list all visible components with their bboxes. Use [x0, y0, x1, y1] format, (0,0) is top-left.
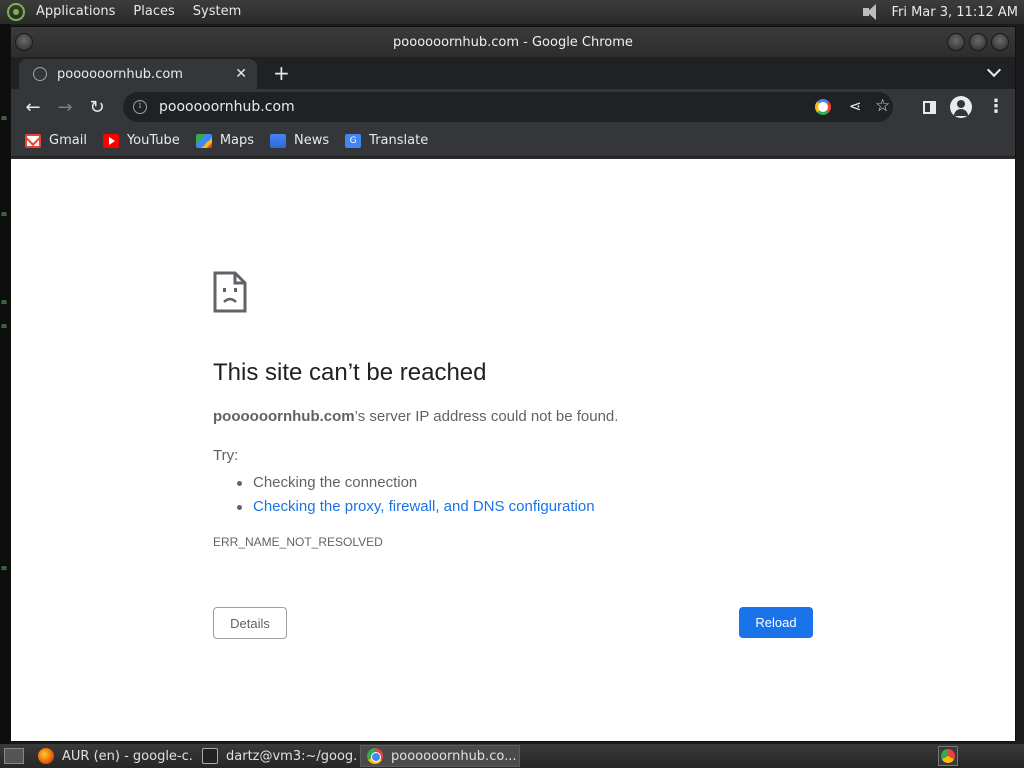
background-terminal-strip: = = = = = — [0, 24, 10, 744]
error-title: This site can’t be reached — [213, 359, 487, 386]
bookmark-maps[interactable]: Maps — [195, 133, 255, 148]
task-label: poooooornhub.co... — [391, 748, 517, 764]
system-menu[interactable]: System — [184, 0, 250, 24]
terminal-fragment: = — [1, 321, 8, 332]
clock[interactable]: Fri Mar 3, 11:12 AM — [891, 5, 1018, 20]
terminal-icon — [202, 748, 218, 764]
gmail-icon — [25, 133, 41, 148]
bookmark-label: Translate — [369, 133, 429, 148]
places-menu[interactable]: Places — [124, 0, 183, 24]
terminal-fragment: = — [1, 209, 8, 220]
forward-button[interactable]: → — [49, 91, 81, 123]
terminal-fragment: = — [1, 113, 8, 124]
chrome-tray-icon — [941, 749, 955, 763]
maximize-icon[interactable] — [969, 33, 987, 51]
terminal-fragment: = — [1, 563, 8, 574]
address-bar[interactable]: i poooooornhub.com ⋖ ☆ — [123, 92, 893, 122]
workspace-switcher[interactable] — [938, 746, 958, 766]
task-label: AUR (en) - google-c... — [62, 748, 192, 764]
tab-active[interactable]: poooooornhub.com ✕ — [19, 59, 257, 89]
background-window-edge — [1016, 158, 1024, 744]
side-panel-button[interactable] — [923, 89, 936, 125]
globe-icon — [33, 67, 47, 81]
tab-strip: poooooornhub.com ✕ + — [11, 57, 1015, 89]
taskbar: AUR (en) - google-c... dartz@vm3:~/goog.… — [0, 744, 1024, 768]
tab-title: poooooornhub.com — [57, 66, 183, 82]
reload-button[interactable]: ↻ — [81, 91, 113, 123]
toolbar: ← → ↻ i poooooornhub.com ⋖ ☆ ⋮ — [11, 89, 1015, 125]
task-terminal[interactable]: dartz@vm3:~/goog... — [196, 745, 356, 767]
bookmark-star-icon[interactable]: ☆ — [875, 96, 890, 116]
side-panel-icon — [923, 100, 936, 114]
youtube-icon — [102, 133, 119, 148]
bookmarks-bar: Gmail YouTube Maps News G Translate — [11, 125, 1015, 157]
error-description-text: ’s server IP address could not be found. — [354, 408, 619, 425]
suggestion-check-connection: Checking the connection — [237, 471, 595, 495]
address-url[interactable]: poooooornhub.com — [159, 99, 295, 115]
task-chrome[interactable]: poooooornhub.co... — [360, 745, 520, 767]
back-button[interactable]: ← — [17, 91, 49, 123]
reload-page-button[interactable]: Reload — [739, 607, 813, 638]
error-host: poooooornhub.com — [213, 408, 355, 425]
panel-menu: Applications Places System — [0, 0, 250, 24]
tab-close-icon[interactable]: ✕ — [235, 66, 247, 82]
news-icon — [270, 133, 287, 148]
site-info-icon[interactable]: i — [133, 100, 147, 114]
minimize-icon[interactable] — [947, 33, 965, 51]
task-firefox[interactable]: AUR (en) - google-c... — [32, 745, 192, 767]
share-icon[interactable]: ⋖ — [849, 97, 862, 115]
applications-menu[interactable]: Applications — [27, 0, 124, 24]
bookmark-youtube[interactable]: YouTube — [102, 133, 180, 148]
profile-button[interactable] — [950, 89, 972, 125]
suggestions-list: Checking the connection Checking the pro… — [237, 471, 595, 519]
page-content: This site can’t be reached poooooornhub.… — [11, 159, 1015, 741]
terminal-fragment: = — [1, 297, 8, 308]
kebab-menu-icon: ⋮ — [987, 96, 1005, 117]
suggestion-proxy-dns-link[interactable]: Checking the proxy, firewall, and DNS co… — [237, 495, 595, 519]
top-panel: Applications Places System Fri Mar 3, 11… — [0, 0, 1024, 24]
error-description: poooooornhub.com’s server IP address cou… — [213, 408, 618, 425]
show-desktop-icon[interactable] — [4, 748, 24, 764]
bookmark-label: YouTube — [126, 133, 180, 148]
firefox-icon — [38, 748, 54, 764]
details-button[interactable]: Details — [213, 607, 287, 639]
tab-search-chevron-icon[interactable] — [986, 62, 1002, 78]
google-lens-icon[interactable] — [815, 99, 831, 115]
chrome-icon — [367, 748, 383, 764]
bookmark-label: Maps — [219, 133, 255, 148]
bookmark-gmail[interactable]: Gmail — [25, 133, 87, 148]
distro-logo-icon[interactable] — [7, 3, 25, 21]
task-label: dartz@vm3:~/goog... — [226, 748, 356, 764]
maps-icon — [195, 133, 212, 148]
sad-page-icon — [213, 271, 247, 313]
profile-icon — [950, 96, 972, 118]
translate-icon: G — [345, 133, 362, 148]
try-label: Try: — [213, 447, 239, 464]
window-title: poooooornhub.com - Google Chrome — [393, 34, 633, 50]
new-tab-button[interactable]: + — [273, 61, 290, 85]
close-window-icon[interactable] — [991, 33, 1009, 51]
chrome-window: poooooornhub.com - Google Chrome poooooo… — [10, 26, 1016, 742]
bookmark-translate[interactable]: G Translate — [345, 133, 428, 148]
volume-icon[interactable] — [861, 3, 883, 21]
bookmark-label: Gmail — [49, 133, 87, 148]
error-code: ERR_NAME_NOT_RESOLVED — [213, 535, 383, 549]
window-titlebar[interactable]: poooooornhub.com - Google Chrome — [11, 27, 1015, 57]
window-menu-icon[interactable] — [15, 33, 33, 51]
chrome-menu-button[interactable]: ⋮ — [987, 89, 1005, 125]
panel-tray: Fri Mar 3, 11:12 AM — [861, 3, 1024, 21]
bookmark-label: News — [294, 133, 330, 148]
bookmark-news[interactable]: News — [270, 133, 329, 148]
